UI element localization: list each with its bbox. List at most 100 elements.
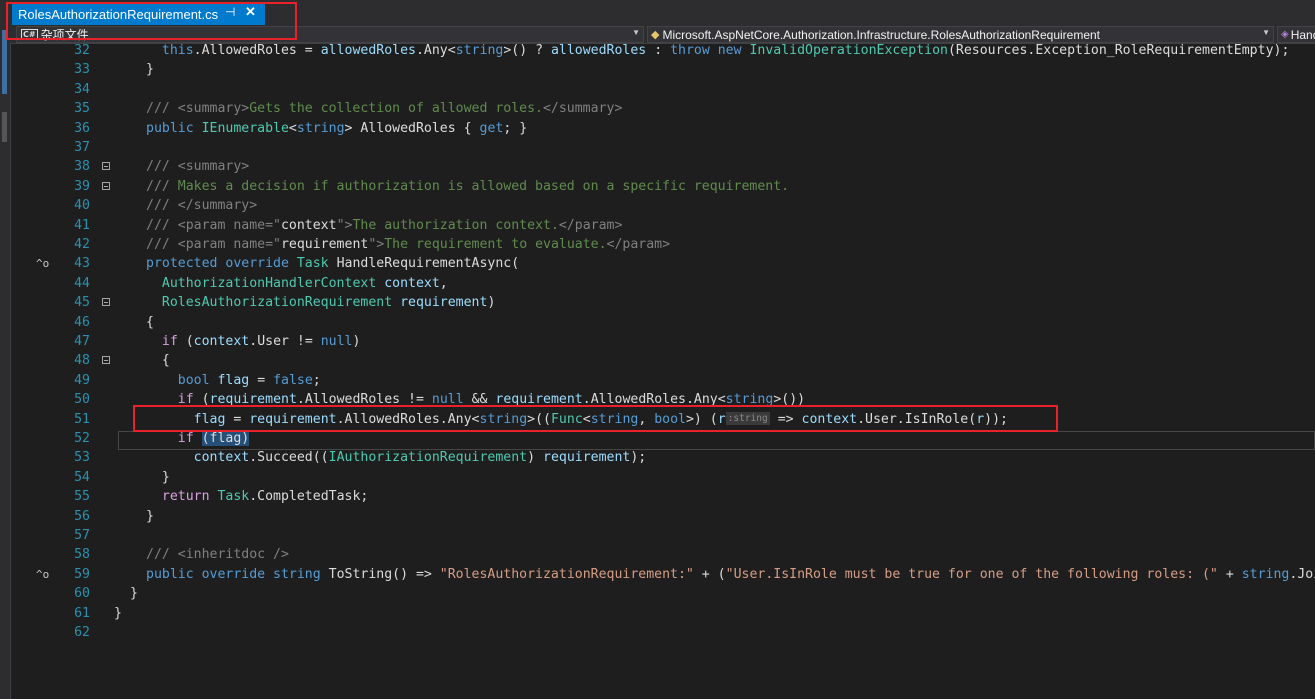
collapse-region-icon[interactable] [102, 298, 110, 307]
override-marker-icon[interactable]: ^o [36, 254, 49, 273]
code-token: .Succeed(( [249, 450, 329, 466]
code-line[interactable]: 43 ^o protected override Task HandleRequir… [34, 254, 1315, 273]
code-line[interactable]: 39 /// Makes a decision if authorization … [34, 177, 1315, 196]
code-token: protected override [146, 256, 297, 272]
code-line[interactable]: 32 this.AllowedRoles = allowedRoles.Any<… [34, 41, 1315, 60]
code-token: throw new [670, 43, 750, 58]
code-text: flag = requirement.AllowedRoles.Any<stri… [146, 410, 1008, 429]
toolbox-tab-marker[interactable] [2, 30, 7, 94]
code-line[interactable]: 53 context.Succeed((IAuthorizationRequir… [34, 448, 1315, 467]
code-token: /// </summary> [146, 198, 258, 214]
code-token: public [146, 120, 202, 136]
code-token: ; [312, 372, 321, 388]
code-token: IAuthorizationRequirement [328, 450, 528, 466]
code-line[interactable]: 33} [34, 60, 1315, 79]
line-number: 41 [74, 217, 90, 233]
code-line[interactable]: 40 /// </summary> [34, 196, 1315, 215]
code-token: : [646, 43, 671, 58]
code-token: null [320, 334, 353, 349]
code-line[interactable]: 36 public IEnumerable<string> AllowedRole… [34, 119, 1315, 138]
code-line[interactable]: 62 [34, 623, 1315, 642]
code-line[interactable]: 44 AuthorizationHandlerContext context, [34, 274, 1315, 293]
close-icon[interactable]: ✕ [245, 4, 256, 20]
code-text: return Task.CompletedTask; [146, 487, 368, 506]
code-line[interactable]: 55 return Task.CompletedTask; [34, 487, 1315, 506]
server-explorer-tab-marker[interactable] [2, 112, 7, 142]
code-line[interactable]: 56} [34, 507, 1315, 526]
line-number: 37 [74, 140, 90, 155]
code-token: Task [296, 256, 329, 272]
code-line[interactable]: 58 /// <inheritdoc /> [34, 545, 1315, 564]
code-text: { [146, 313, 154, 332]
code-line[interactable]: 45 RolesAuthorizationRequirement require… [34, 293, 1315, 312]
line-number: 38 [74, 159, 90, 175]
file-tab[interactable]: RolesAuthorizationRequirement.cs ⊣ ✕ [12, 3, 265, 25]
code-token: /// <summary> [146, 101, 250, 117]
code-text: context.Succeed((IAuthorizationRequireme… [146, 448, 647, 467]
code-token: string [296, 120, 345, 136]
code-token: requirement [249, 411, 337, 427]
line-number: 58 [74, 547, 90, 563]
code-token: </summary> [542, 101, 623, 117]
code-text: } [114, 604, 122, 623]
code-token: { [146, 353, 170, 369]
collapse-region-icon[interactable] [102, 162, 110, 171]
code-line[interactable]: 42 /// <param name="requirement">The requ… [34, 235, 1315, 254]
collapse-region-icon[interactable] [102, 356, 110, 365]
code-token: allowedRoles [550, 43, 647, 58]
code-line[interactable]: 35 /// <summary>Gets the collection of al… [34, 99, 1315, 118]
code-line[interactable]: 60} [34, 584, 1315, 603]
code-line[interactable]: 46 { [34, 313, 1315, 332]
code-text: AuthorizationHandlerContext context, [146, 274, 448, 293]
chevron-down-icon: ▼ [1262, 28, 1270, 37]
code-token: r [717, 411, 726, 427]
code-token: = [249, 372, 274, 388]
override-marker-icon[interactable]: ^o [36, 565, 49, 584]
code-line[interactable]: 57 [34, 526, 1315, 545]
code-token: bool [177, 372, 210, 388]
code-line[interactable]: 52 if (flag) [34, 429, 1315, 448]
code-line[interactable]: 50 if (requirement.AllowedRoles != null … [34, 390, 1315, 409]
code-token: public override string [146, 566, 329, 582]
code-token: > AllowedRoles { [344, 120, 480, 136]
code-token: (Resources.Exception_RoleRequirementEmpt… [947, 43, 1290, 58]
collapse-region-icon[interactable] [102, 181, 110, 190]
code-text: bool flag = false; [146, 371, 321, 390]
code-editor[interactable]: 32 this.AllowedRoles = allowedRoles.Any<… [34, 41, 1315, 699]
code-line[interactable]: 49 bool flag = false; [34, 371, 1315, 390]
code-line[interactable]: 54 } [34, 468, 1315, 487]
code-line[interactable]: 61} [34, 604, 1315, 623]
code-line[interactable]: 41 /// <param name="context">The authoriz… [34, 216, 1315, 235]
left-tool-strip[interactable] [0, 0, 11, 699]
code-text: this.AllowedRoles = allowedRoles.Any<str… [146, 41, 1290, 60]
code-token: HandleRequirementAsync( [328, 256, 520, 272]
code-token: IEnumerable [201, 120, 289, 136]
line-number: 42 [74, 237, 90, 252]
code-token: context [280, 217, 337, 233]
code-token: < [288, 120, 297, 136]
document-tab-bar: RolesAuthorizationRequirement.cs ⊣ ✕ [10, 0, 1315, 26]
code-line[interactable]: 47 if (context.User != null) [34, 332, 1315, 351]
code-line[interactable]: 51 flag = requirement.AllowedRoles.Any<s… [34, 410, 1315, 429]
code-token: } [114, 605, 122, 621]
code-line[interactable]: 34 [34, 80, 1315, 99]
code-text: if (requirement.AllowedRoles != null && … [146, 390, 805, 409]
line-number: 40 [74, 198, 90, 214]
code-line[interactable]: 48 { [34, 351, 1315, 370]
code-token: .Any< [415, 43, 456, 58]
line-number: 57 [74, 528, 90, 543]
pin-icon[interactable]: ⊣ [225, 5, 235, 19]
line-number: 53 [74, 450, 90, 466]
code-token: Gets the collection of allowed roles. [249, 101, 543, 117]
code-token: context [193, 450, 250, 466]
code-token: InvalidOperationException [749, 43, 948, 58]
code-line[interactable]: 38 /// <summary> [34, 157, 1315, 176]
code-text: /// <param name="requirement">The requir… [146, 235, 670, 254]
line-number: 47 [74, 334, 90, 349]
code-line[interactable]: 37 [34, 138, 1315, 157]
code-line[interactable]: 59 ^o public override string ToString() =>… [34, 565, 1315, 584]
code-token: Task [217, 489, 250, 505]
